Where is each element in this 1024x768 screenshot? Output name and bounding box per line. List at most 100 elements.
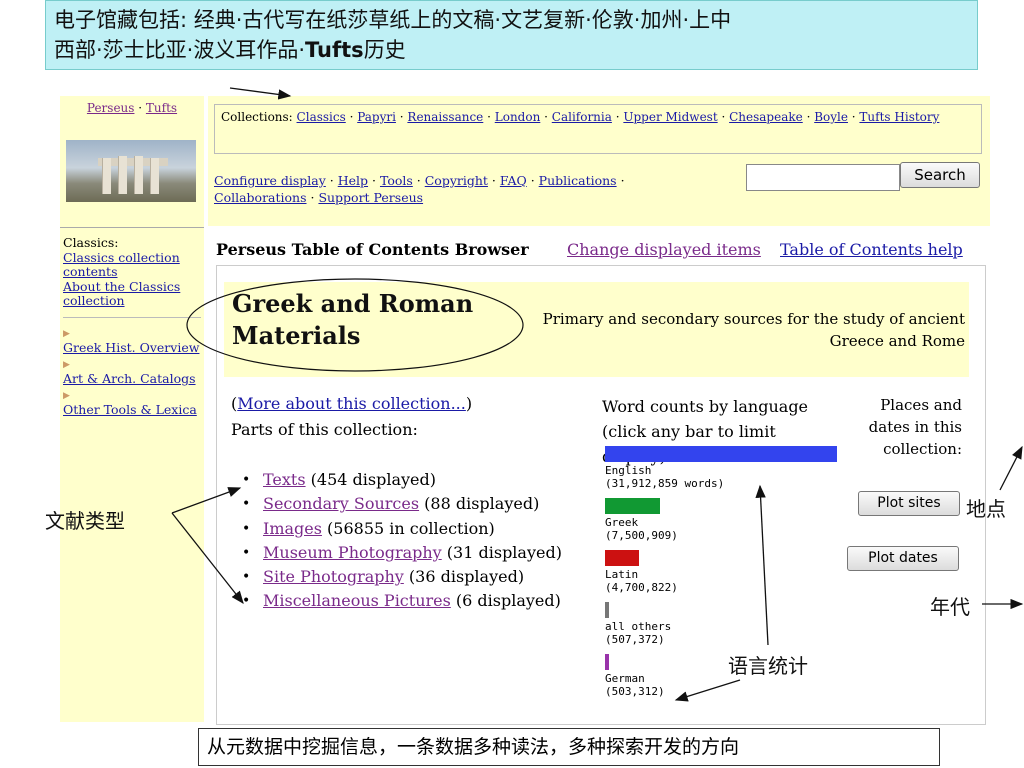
temple-column	[102, 158, 111, 194]
collection-link[interactable]: Tufts History	[859, 110, 939, 124]
classics-contents-link[interactable]: Classics collection contents	[63, 250, 201, 280]
bar-count: (503,312)	[605, 685, 665, 698]
paren-close: )	[465, 394, 473, 413]
bar-label: Latin (4,700,822)	[605, 568, 837, 594]
doc-types-annotation: 文献类型	[45, 509, 125, 533]
collection-header: Greek and Roman Materials Primary and sec…	[224, 282, 969, 377]
bar-language: all others	[605, 620, 672, 633]
collections-list: Classics · Papyri · Renaissance · London…	[296, 110, 940, 124]
toc-help-link[interactable]: Table of Contents help	[780, 240, 963, 259]
bar-english[interactable]	[605, 446, 837, 462]
art-arch-link[interactable]: Art & Arch. Catalogs	[63, 371, 201, 387]
more-about-link[interactable]: More about this collection...	[237, 394, 466, 413]
header-band: Collections: Classics · Papyri · Renaiss…	[208, 96, 990, 226]
part-link[interactable]: Images	[263, 519, 322, 538]
config-link[interactable]: Copyright	[425, 173, 488, 188]
plot-dates-button[interactable]: Plot dates	[847, 546, 959, 571]
bar-count: (507,372)	[605, 633, 665, 646]
collection-link[interactable]: Papyri	[357, 110, 396, 124]
part-count: (31 displayed)	[441, 542, 562, 562]
lang-stats-annotation: 语言统计	[728, 654, 808, 678]
more-about: (More about this collection...)	[231, 394, 472, 413]
collection-title: Greek and Roman Materials	[232, 288, 473, 352]
top-annotation-bold: Tufts	[305, 38, 364, 62]
temple-column	[118, 156, 127, 194]
divider	[63, 316, 201, 318]
temple-column	[150, 158, 159, 194]
other-tools-item[interactable]: ▶ Other Tools & Lexica	[63, 387, 201, 418]
places-line2: dates in this	[868, 418, 962, 436]
part-link[interactable]: Secondary Sources	[263, 494, 419, 513]
top-annotation-line2c: 历史	[363, 38, 406, 62]
art-arch-item[interactable]: ▶ Art & Arch. Catalogs	[63, 356, 201, 387]
bar-label: all others (507,372)	[605, 620, 837, 646]
config-link[interactable]: Publications	[539, 173, 617, 188]
bar-count: (7,500,909)	[605, 529, 678, 542]
about-classics-link[interactable]: About the Classics collection	[63, 279, 201, 309]
part-count: (88 displayed)	[419, 494, 540, 514]
place-annotation: 地点	[966, 497, 1006, 521]
link-separator: ·	[134, 101, 146, 115]
collections-bar: Collections: Classics · Papyri · Renaiss…	[214, 104, 982, 154]
collection-link[interactable]: Renaissance	[407, 110, 483, 124]
list-item: Images (56855 in collection)	[242, 517, 562, 542]
plot-sites-button[interactable]: Plot sites	[858, 491, 960, 516]
places-line3: collection:	[883, 440, 962, 458]
search-button[interactable]: Search	[900, 162, 980, 188]
collection-link[interactable]: London	[495, 110, 541, 124]
collection-link[interactable]: Boyle	[814, 110, 848, 124]
change-items-link[interactable]: Change displayed items	[567, 240, 761, 259]
config-link[interactable]: Help	[338, 173, 368, 188]
bar-greek[interactable]	[605, 498, 660, 514]
part-count: (454 displayed)	[305, 470, 436, 489]
bar-label: English (31,912,859 words)	[605, 464, 837, 490]
greek-hist-item[interactable]: ▶ Greek Hist. Overview	[63, 325, 201, 356]
other-tools-link[interactable]: Other Tools & Lexica	[63, 402, 201, 418]
config-link[interactable]: FAQ	[500, 173, 527, 188]
list-item: Museum Photography (31 displayed)	[242, 541, 562, 566]
config-link[interactable]: Support Perseus	[318, 190, 423, 205]
sidebar-links: Classics: Classics collection contents A…	[63, 235, 201, 418]
top-annotation: 电子馆藏包括: 经典·古代写在纸莎草纸上的文稿·文艺复新·伦敦·加州·上中 西部·…	[45, 0, 978, 70]
bar-all-others[interactable]	[605, 602, 609, 618]
page-title: Perseus Table of Contents Browser	[216, 240, 529, 259]
classics-label: Classics:	[63, 235, 119, 250]
triangle-icon: ▶	[63, 359, 70, 370]
perseus-link[interactable]: Perseus	[87, 101, 135, 115]
bottom-annotation: 从元数据中挖掘信息，一条数据多种读法，多种探索开发的方向	[198, 728, 940, 766]
collection-title-line1: Greek and Roman	[232, 289, 474, 318]
bar-german[interactable]	[605, 654, 609, 670]
part-count: (6 displayed)	[450, 591, 561, 611]
collection-link[interactable]: Classics	[297, 110, 346, 124]
collection-link[interactable]: Chesapeake	[729, 110, 803, 124]
search-input[interactable]	[746, 164, 900, 191]
parts-list: Texts (454 displayed) Secondary Sources (…	[242, 468, 562, 614]
temple-photo	[66, 140, 196, 202]
part-link[interactable]: Texts	[263, 470, 306, 489]
config-link[interactable]: Tools	[380, 173, 413, 188]
parts-label: Parts of this collection:	[231, 420, 418, 439]
bar-language: Latin	[605, 568, 639, 581]
places-dates-label: Places and dates in this collection:	[862, 394, 962, 460]
bar-count: (4,700,822)	[605, 581, 678, 594]
part-link[interactable]: Site Photography	[263, 567, 404, 586]
config-link[interactable]: Configure display	[214, 173, 326, 188]
config-link[interactable]: Collaborations	[214, 190, 307, 205]
home-links: Perseus · Tufts	[60, 96, 204, 115]
list-item: Miscellaneous Pictures (6 displayed)	[242, 589, 562, 614]
era-annotation: 年代	[930, 595, 970, 619]
bar-language: English	[605, 464, 652, 477]
greek-hist-link[interactable]: Greek Hist. Overview	[63, 340, 201, 356]
place-arrow	[999, 445, 1023, 491]
triangle-icon: ▶	[63, 390, 70, 401]
part-link[interactable]: Miscellaneous Pictures	[263, 591, 451, 610]
collection-link[interactable]: Upper Midwest	[623, 110, 717, 124]
list-item: Secondary Sources (88 displayed)	[242, 492, 562, 517]
sidebar-header: Perseus · Tufts	[60, 96, 204, 228]
tufts-link[interactable]: Tufts	[146, 101, 177, 115]
bar-latin[interactable]	[605, 550, 639, 566]
part-link[interactable]: Museum Photography	[263, 543, 442, 562]
collections-arrow	[229, 87, 292, 100]
collection-link[interactable]: California	[552, 110, 612, 124]
part-count: (56855 in collection)	[321, 518, 495, 538]
